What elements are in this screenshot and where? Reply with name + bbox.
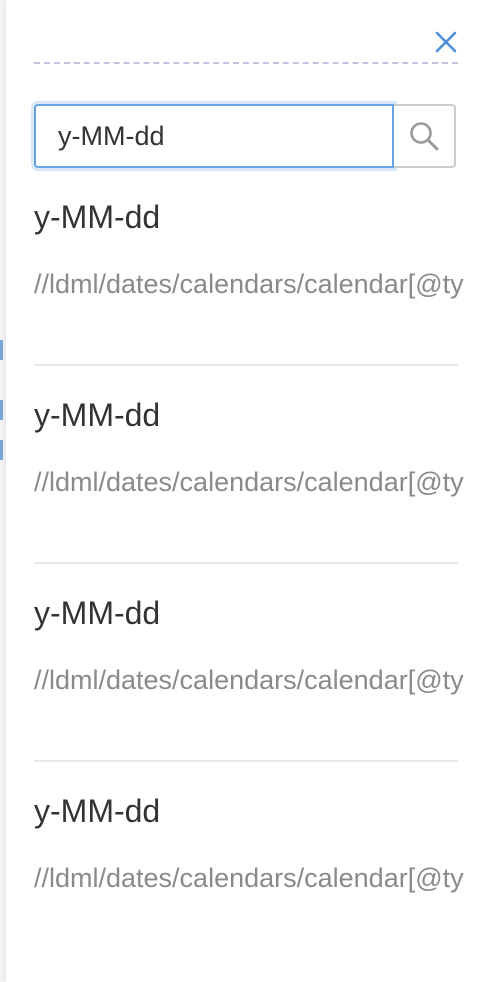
result-title: y-MM-dd bbox=[34, 397, 161, 433]
result-item[interactable]: y-MM-dd //ldml/dates/calendars/calendar[… bbox=[34, 366, 494, 564]
results-list: y-MM-dd //ldml/dates/calendars/calendar[… bbox=[34, 168, 494, 960]
search-icon bbox=[410, 122, 439, 151]
background-link-mark bbox=[0, 340, 3, 360]
result-path: //ldml/dates/calendars/calendar[@ty bbox=[34, 665, 464, 695]
search-input[interactable] bbox=[34, 104, 394, 168]
search-panel: y-MM-dd //ldml/dates/calendars/calendar[… bbox=[6, 0, 494, 982]
close-button[interactable] bbox=[432, 28, 460, 56]
result-item[interactable]: y-MM-dd //ldml/dates/calendars/calendar[… bbox=[34, 168, 494, 366]
search-button[interactable] bbox=[394, 104, 456, 168]
result-path: //ldml/dates/calendars/calendar[@ty bbox=[34, 863, 464, 893]
result-title: y-MM-dd bbox=[34, 793, 161, 829]
result-title: y-MM-dd bbox=[34, 199, 161, 235]
panel-header bbox=[34, 22, 458, 64]
result-path: //ldml/dates/calendars/calendar[@ty bbox=[34, 269, 464, 299]
result-path: //ldml/dates/calendars/calendar[@ty bbox=[34, 467, 464, 497]
background-link-mark bbox=[0, 400, 3, 420]
result-item[interactable]: y-MM-dd //ldml/dates/calendars/calendar[… bbox=[34, 564, 494, 762]
result-title: y-MM-dd bbox=[34, 595, 161, 631]
background-link-mark bbox=[0, 440, 3, 460]
result-item[interactable]: y-MM-dd //ldml/dates/calendars/calendar[… bbox=[34, 762, 494, 960]
close-icon bbox=[435, 31, 457, 53]
search-bar bbox=[34, 104, 456, 168]
